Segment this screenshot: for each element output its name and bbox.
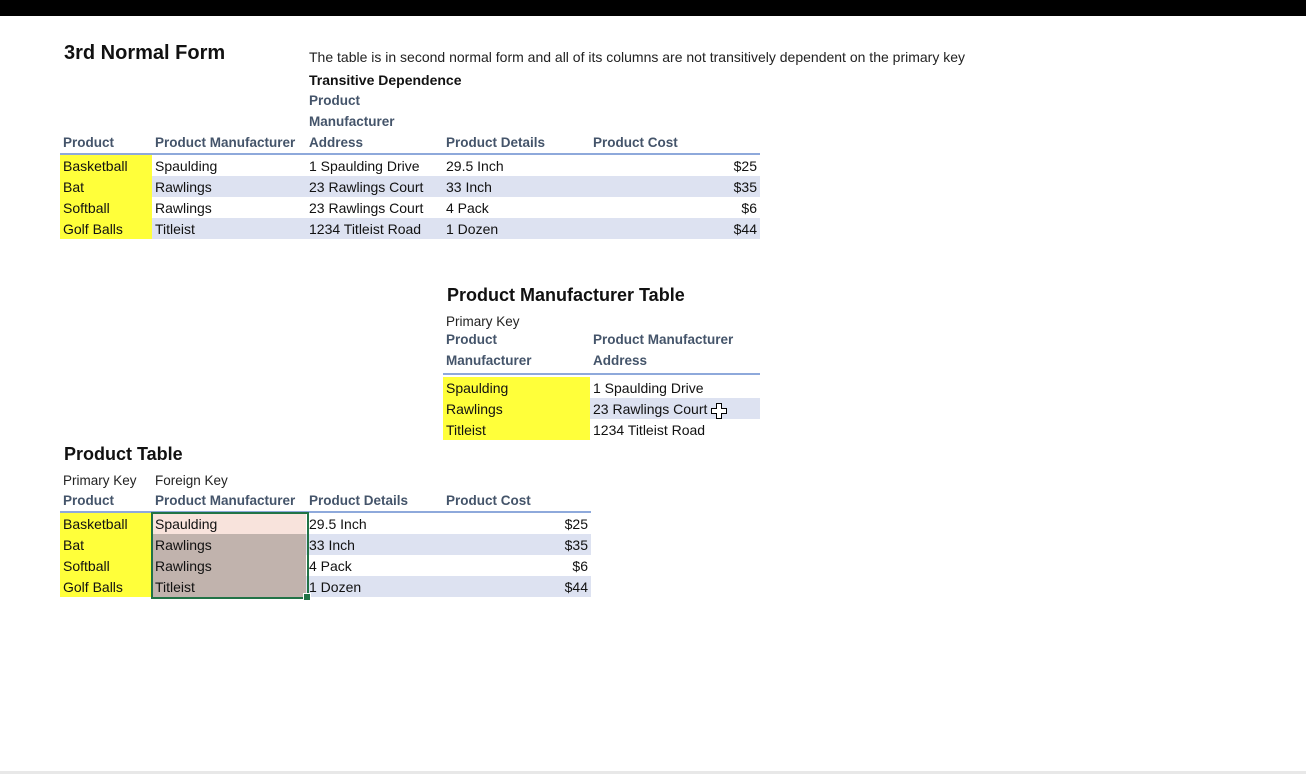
cell-address[interactable]: 1 Spaulding Drive — [306, 155, 443, 176]
cell-details[interactable]: 4 Pack — [306, 555, 443, 576]
transitive-col-line1: Product — [309, 93, 361, 108]
cell-details[interactable]: 29.5 Inch — [306, 513, 443, 534]
cell-manufacturer[interactable]: Rawlings — [152, 176, 306, 197]
cell-product[interactable]: Golf Balls — [60, 576, 152, 597]
cell-details[interactable]: 33 Inch — [443, 176, 590, 197]
cell-manufacturer[interactable]: Titleist — [152, 218, 306, 239]
cell-cost[interactable]: $25 — [590, 155, 760, 176]
cell-details[interactable]: 1 Dozen — [306, 576, 443, 597]
cell-product[interactable]: Softball — [60, 555, 152, 576]
cell-cost[interactable]: $44 — [590, 218, 760, 239]
mfr-header-manufacturer: Manufacturer — [446, 353, 532, 368]
mfr-header-product-manufacturer: Product Manufacturer — [593, 332, 734, 347]
spreadsheet-sheet[interactable]: 3rd Normal Form The table is in second n… — [0, 16, 1306, 771]
cell-address[interactable]: 23 Rawlings Court — [590, 398, 760, 419]
table-row: Titleist 1234 Titleist Road — [443, 419, 760, 440]
main-header-cost: Product Cost — [593, 135, 678, 150]
cell-address[interactable]: 1234 Titleist Road — [306, 218, 443, 239]
table-row: Softball Rawlings 23 Rawlings Court 4 Pa… — [60, 197, 760, 218]
cell-cost[interactable]: $6 — [443, 555, 591, 576]
cell-cost[interactable]: $35 — [590, 176, 760, 197]
transitive-dependence-label: Transitive Dependence — [309, 72, 462, 88]
prod-header-details: Product Details — [309, 493, 409, 508]
cell-manufacturer[interactable]: Spaulding — [152, 155, 306, 176]
cell-details[interactable]: 33 Inch — [306, 534, 443, 555]
table-row: Golf Balls Titleist 1234 Titleist Road 1… — [60, 218, 760, 239]
cell-manufacturer-selected[interactable]: Titleist — [152, 576, 306, 597]
cell-details[interactable]: 1 Dozen — [443, 218, 590, 239]
cell-product[interactable]: Basketball — [60, 513, 152, 534]
product-primary-key-label: Primary Key — [63, 473, 137, 488]
prod-header-cost: Product Cost — [446, 493, 531, 508]
table-row: Bat Rawlings 23 Rawlings Court 33 Inch $… — [60, 176, 760, 197]
cell-product[interactable]: Bat — [60, 176, 152, 197]
cell-manufacturer[interactable]: Rawlings — [152, 197, 306, 218]
table-row: Softball Rawlings 4 Pack $6 — [60, 555, 591, 576]
cursor-crosshair-icon — [711, 403, 727, 419]
prod-header-manufacturer: Product Manufacturer — [155, 493, 296, 508]
cell-cost[interactable]: $25 — [443, 513, 591, 534]
cell-manufacturer-selected[interactable]: Rawlings — [152, 555, 306, 576]
manufacturer-primary-key-label: Primary Key — [446, 314, 520, 329]
cell-product[interactable]: Bat — [60, 534, 152, 555]
manufacturer-table-title: Product Manufacturer Table — [447, 285, 685, 305]
transitive-col-line2: Manufacturer — [309, 114, 395, 129]
product-table-title: Product Table — [64, 444, 183, 464]
main-header-product: Product — [63, 135, 115, 150]
cell-address[interactable]: 23 Rawlings Court — [306, 197, 443, 218]
prod-header-product: Product — [63, 493, 115, 508]
top-black-bar — [0, 0, 1306, 16]
product-table: Basketball Spaulding 29.5 Inch $25 Bat R… — [60, 513, 591, 597]
cell-manufacturer[interactable]: Titleist — [443, 419, 590, 440]
cell-manufacturer-selected[interactable]: Rawlings — [152, 534, 306, 555]
table-row: Basketball Spaulding 1 Spaulding Drive 2… — [60, 155, 760, 176]
table-row: Basketball Spaulding 29.5 Inch $25 — [60, 513, 591, 534]
page-title: 3rd Normal Form — [64, 42, 226, 64]
mfr-header-product: Product — [446, 332, 498, 347]
cell-product[interactable]: Softball — [60, 197, 152, 218]
cell-address[interactable]: 23 Rawlings Court — [306, 176, 443, 197]
cell-cost[interactable]: $44 — [443, 576, 591, 597]
table-row: Spaulding 1 Spaulding Drive — [443, 377, 760, 398]
product-foreign-key-label: Foreign Key — [155, 473, 228, 488]
description-text: The table is in second normal form and a… — [309, 49, 965, 65]
table-row: Golf Balls Titleist 1 Dozen $44 — [60, 576, 591, 597]
mfr-header-address: Address — [593, 353, 648, 368]
cell-manufacturer-active[interactable]: Spaulding — [152, 513, 306, 534]
cell-product[interactable]: Basketball — [60, 155, 152, 176]
cell-cost[interactable]: $35 — [443, 534, 591, 555]
table-row: Bat Rawlings 33 Inch $35 — [60, 534, 591, 555]
mfr-header-underline — [443, 373, 760, 375]
cell-details[interactable]: 29.5 Inch — [443, 155, 590, 176]
cell-product[interactable]: Golf Balls — [60, 218, 152, 239]
cell-manufacturer[interactable]: Spaulding — [443, 377, 590, 398]
main-header-address: Address — [309, 135, 364, 150]
main-table: Basketball Spaulding 1 Spaulding Drive 2… — [60, 155, 760, 239]
cell-address[interactable]: 1 Spaulding Drive — [590, 377, 760, 398]
main-header-details: Product Details — [446, 135, 546, 150]
cell-cost[interactable]: $6 — [590, 197, 760, 218]
cell-address[interactable]: 1234 Titleist Road — [590, 419, 760, 440]
cell-manufacturer[interactable]: Rawlings — [443, 398, 590, 419]
cell-details[interactable]: 4 Pack — [443, 197, 590, 218]
main-header-manufacturer: Product Manufacturer — [155, 135, 296, 150]
